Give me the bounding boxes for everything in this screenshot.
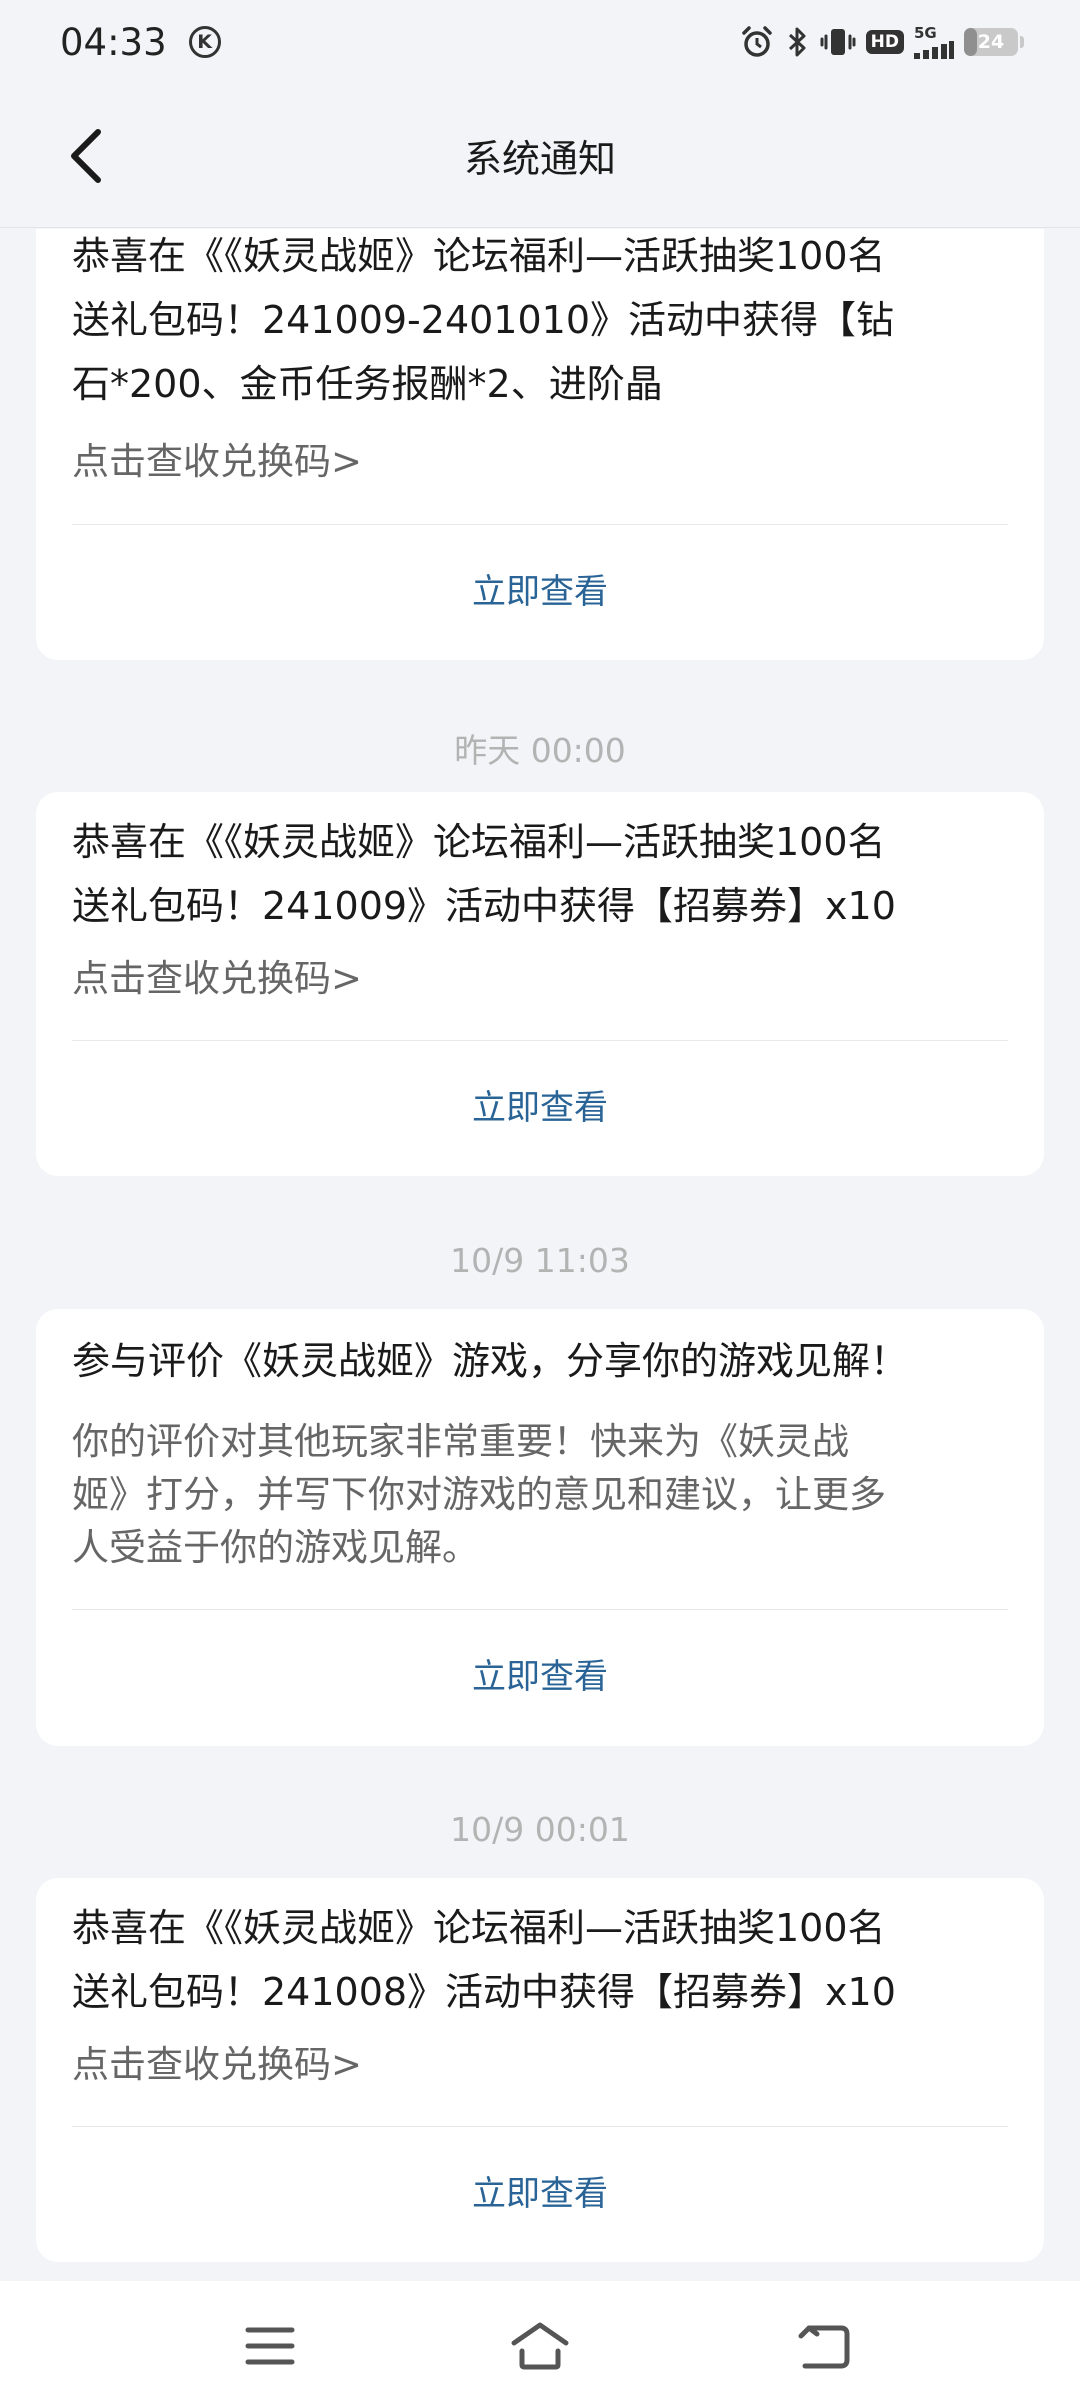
notification-subtitle-line[interactable]: 点击查收兑换码> [72,2038,1008,2091]
system-nav-bar [0,2281,1080,2408]
notification-card[interactable]: 恭喜在《《妖灵战姬》论坛福利—活跃抽奖100名 送礼包码！241008》活动中获… [36,1878,1044,2262]
view-now-button[interactable]: 立即查看 [36,1649,1044,1698]
card-divider [72,1609,1008,1610]
notification-title-line: 送礼包码！241008》活动中获得【招募券】x10 [72,1970,896,2014]
status-right: HD 5G 24 [740,25,1024,59]
status-time: 04:33 [60,20,167,64]
notification-subtitle-line: 人受益于你的游戏见解。 [72,1526,479,1569]
signal-icon: 5G [914,23,954,59]
battery-icon: 24 [964,28,1018,56]
bluetooth-icon [788,27,806,57]
hd-icon: HD [865,30,904,54]
notification-list[interactable]: 恭喜在《《妖灵战姬》论坛福利—活跃抽奖100名 送礼包码！241009-2401… [0,229,1080,2281]
status-left: 04:33 K [60,21,221,64]
notification-subtitle-line[interactable]: 点击查收兑换码> [72,435,1008,488]
k-badge-icon: K [188,26,221,58]
notification-subtitle-line: 你的评价对其他玩家非常重要！快来为《妖灵战 [72,1420,849,1463]
home-icon [511,2322,569,2370]
timestamp: 10/9 11:03 [450,1241,630,1280]
home-button[interactable] [500,2311,580,2381]
battery-level: 24 [977,31,1005,53]
menu-icon [245,2327,295,2365]
notification-card[interactable]: 恭喜在《《妖灵战姬》论坛福利—活跃抽奖100名 送礼包码！241009》活动中获… [36,792,1044,1176]
vibrate-icon [820,29,856,55]
card-divider [72,1040,1008,1041]
card-divider [72,2126,1008,2127]
notification-card[interactable]: 参与评价《妖灵战姬》游戏，分享你的游戏见解！ 你的评价对其他玩家非常重要！快来为… [36,1309,1044,1746]
view-now-button[interactable]: 立即查看 [36,1080,1044,1129]
battery-fill [964,28,977,56]
notification-title-line: 送礼包码！241009》活动中获得【招募券】x10 [72,884,896,928]
notification-subtitle-line[interactable]: 点击查收兑换码> [72,952,1008,1005]
card-divider [72,524,1008,525]
menu-button[interactable] [230,2311,310,2381]
notification-title-line: 石*200、金币任务报酬*2、进阶晶 [72,362,663,406]
notification-title-line: 恭喜在《《妖灵战姬》论坛福利—活跃抽奖100名 [72,1906,886,1950]
view-now-button[interactable]: 立即查看 [36,564,1044,613]
notification-title-line: 恭喜在《《妖灵战姬》论坛福利—活跃抽奖100名 [72,820,886,864]
notification-card[interactable]: 恭喜在《《妖灵战姬》论坛福利—活跃抽奖100名 送礼包码！241009-2401… [36,229,1044,660]
header: 系统通知 [0,84,1080,228]
timestamp: 昨天 00:00 [454,731,626,770]
page-title: 系统通知 [463,137,616,181]
battery-cap [1020,36,1024,48]
notification-title-line: 参与评价《妖灵战姬》游戏，分享你的游戏见解！ [72,1339,909,1383]
notification-subtitle-line: 姬》打分，并写下你对游戏的意见和建议，让更多 [72,1473,886,1516]
view-now-button[interactable]: 立即查看 [36,2166,1044,2215]
notification-title-line: 送礼包码！241009-2401010》活动中获得【钻 [72,298,895,342]
back-icon [798,2325,850,2369]
timestamp: 10/9 00:01 [450,1810,630,1849]
network-label: 5G [914,23,937,42]
alarm-icon [741,26,772,57]
status-bar: 04:33 K HD 5G 24 [0,0,1080,84]
back-nav-button[interactable] [785,2311,865,2381]
notification-title-line: 恭喜在《《妖灵战姬》论坛福利—活跃抽奖100名 [72,234,886,278]
